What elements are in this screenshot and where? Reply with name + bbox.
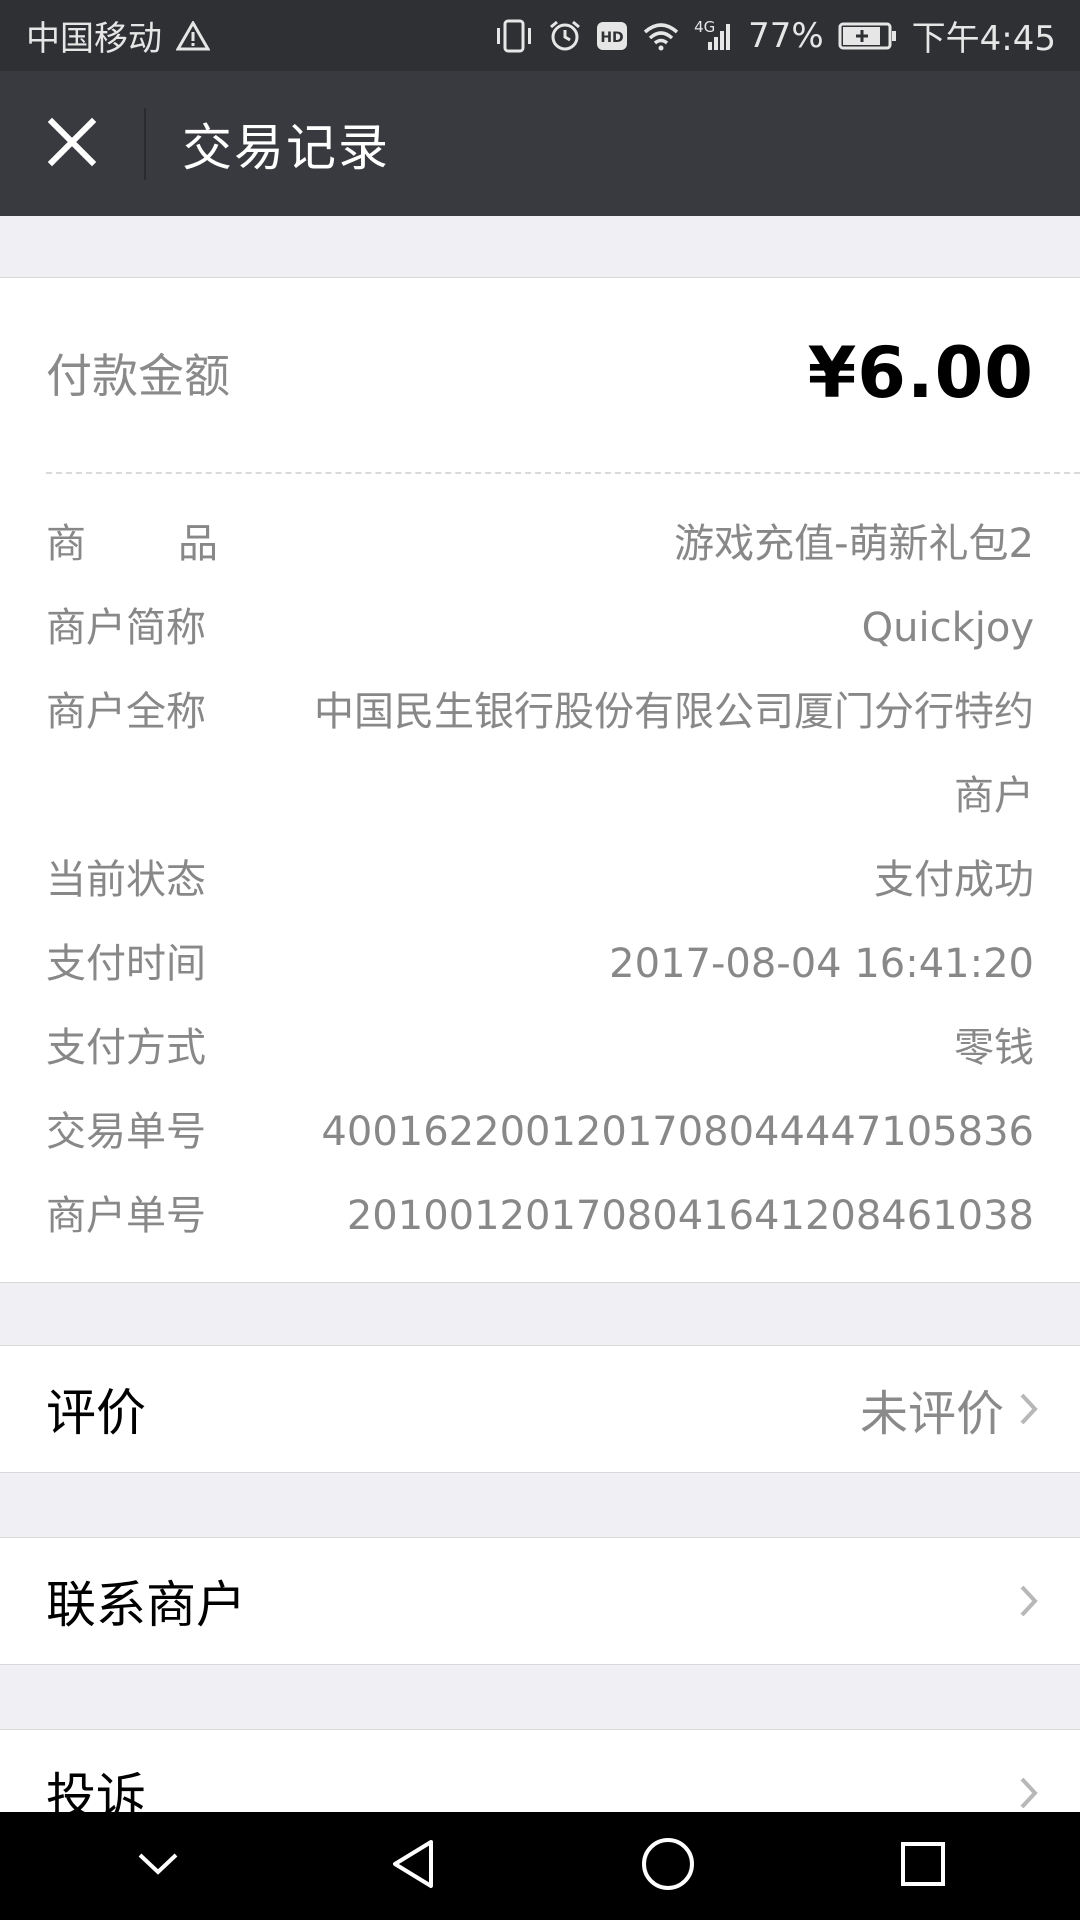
clock: 下午4:45	[911, 19, 1056, 59]
home-button[interactable]	[608, 1812, 728, 1920]
status-left: 中国移动	[26, 11, 210, 60]
detail-row-merchant-full: 商户全称 中国民生银行股份有限公司厦门分行特约商户	[46, 670, 1034, 838]
detail-row-merchant-short: 商户简称 Quickjoy	[46, 586, 1034, 670]
hd-icon: HD	[596, 21, 628, 51]
contact-merchant-label: 联系商户	[46, 1576, 246, 1634]
detail-row-status: 当前状态 支付成功	[46, 838, 1034, 922]
detail-label: 当前状态	[46, 857, 206, 903]
signal-icon: 4G	[694, 17, 734, 52]
complaint-right	[1018, 1775, 1040, 1811]
detail-value: Quickjoy	[861, 605, 1034, 651]
detail-label: 支付时间	[46, 941, 206, 987]
status-right: HD 4G 77% 下午4:45	[494, 11, 1056, 60]
detail-label: 商户全称	[46, 689, 206, 735]
detail-label: 交易单号	[46, 1109, 206, 1155]
detail-value: 游戏充值-萌新礼包2	[674, 521, 1034, 567]
detail-row-transaction-no: 交易单号 4001622001201708044447105836	[46, 1090, 1034, 1174]
home-icon	[640, 1836, 696, 1896]
contact-merchant-right	[1018, 1583, 1040, 1619]
chevron-right-icon	[1018, 1775, 1040, 1811]
hide-keyboard-icon	[136, 1850, 180, 1882]
screen: 中国移动 HD 4G 77% 下午4:45 交易记录 付款金额 ¥6.00 商 …	[0, 0, 1080, 1920]
title-bar: 交易记录	[0, 71, 1080, 216]
detail-label: 支付方式	[46, 1025, 206, 1071]
close-button[interactable]	[0, 71, 144, 216]
transaction-card: 付款金额 ¥6.00 商 品 游戏充值-萌新礼包2 商户简称 Quickjoy …	[0, 277, 1080, 1283]
detail-value: 零钱	[954, 1025, 1034, 1071]
detail-value: 中国民生银行股份有限公司厦门分行特约商户	[314, 689, 1034, 819]
detail-label: 商户简称	[46, 605, 206, 651]
amount-row: 付款金额 ¥6.00	[46, 318, 1034, 428]
details-list: 商 品 游戏充值-萌新礼包2 商户简称 Quickjoy 商户全称 中国民生银行…	[46, 502, 1034, 1258]
back-icon	[389, 1838, 437, 1894]
rating-row[interactable]: 评价 未评价	[0, 1345, 1080, 1473]
detail-label: 商 品	[46, 502, 218, 586]
detail-row-product: 商 品 游戏充值-萌新礼包2	[46, 502, 1034, 586]
detail-value: 2017-08-04 16:41:20	[609, 941, 1034, 987]
amount-label: 付款金额	[46, 349, 230, 403]
detail-value: 4001622001201708044447105836	[321, 1109, 1034, 1155]
navigation-bar	[0, 1812, 1080, 1920]
wifi-icon	[642, 21, 680, 51]
detail-value: 支付成功	[874, 857, 1034, 903]
detail-row-merchant-no: 商户单号 20100120170804164120846103​8	[46, 1174, 1034, 1258]
recents-button[interactable]	[863, 1812, 983, 1920]
svg-text:HD: HD	[600, 30, 623, 46]
chevron-right-icon	[1018, 1583, 1040, 1619]
page-title: 交易记录	[182, 118, 390, 177]
detail-row-pay-time: 支付时间 2017-08-04 16:41:20	[46, 922, 1034, 1006]
detail-value: 20100120170804164120846103​8	[346, 1193, 1034, 1239]
detail-label-char: 品	[178, 521, 218, 567]
dashed-divider	[46, 472, 1080, 474]
status-bar: 中国移动 HD 4G 77% 下午4:45	[0, 0, 1080, 71]
battery-percent: 77%	[748, 15, 824, 56]
rating-label: 评价	[46, 1384, 146, 1442]
detail-row-pay-method: 支付方式 零钱	[46, 1006, 1034, 1090]
amount-value: ¥6.00	[807, 332, 1034, 414]
detail-label-char: 商	[46, 521, 86, 567]
carrier-name: 中国移动	[26, 19, 162, 59]
back-button[interactable]	[353, 1812, 473, 1920]
close-icon	[47, 117, 97, 171]
rating-status: 未评价	[859, 1386, 1004, 1442]
warning-icon	[176, 20, 210, 51]
recents-icon	[899, 1840, 947, 1892]
battery-icon	[838, 21, 898, 51]
rating-right: 未评价	[860, 1374, 1040, 1444]
title-divider	[144, 107, 146, 180]
network-type: 4G	[694, 17, 716, 36]
vibrate-icon	[494, 19, 534, 53]
hide-keyboard-button[interactable]	[98, 1812, 218, 1920]
alarm-icon	[548, 19, 582, 53]
contact-merchant-row[interactable]: 联系商户	[0, 1537, 1080, 1665]
chevron-right-icon	[1018, 1391, 1040, 1427]
detail-label: 商户单号	[46, 1193, 206, 1239]
